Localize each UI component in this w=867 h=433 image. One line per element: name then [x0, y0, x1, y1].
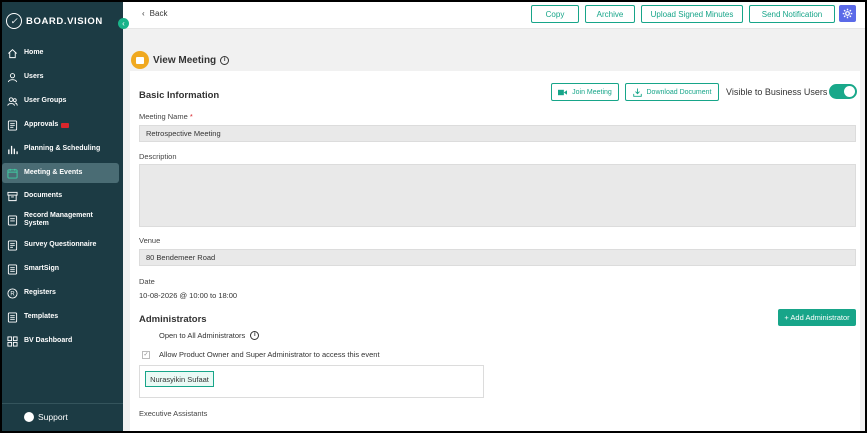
sidebar-item-bv-dashboard[interactable]: BV Dashboard [2, 331, 119, 351]
visible-to-business-users-label: Visible to Business Users [726, 87, 828, 97]
description-label: Description [139, 152, 177, 161]
open-to-all-row: Open to All Administrators i [159, 331, 260, 340]
join-meeting-label: Join Meeting [572, 88, 612, 96]
sidebar-item-label: Record Management System [24, 212, 93, 227]
sidebar-item-label: Planning & Scheduling [24, 145, 101, 152]
record-icon [7, 214, 18, 226]
sidebar: ✓ BOARD.VISION Home Users User Groups Ap… [2, 2, 123, 431]
info-icon[interactable]: i [250, 331, 260, 340]
sidebar-item-home[interactable]: Home [2, 43, 119, 63]
join-meeting-button[interactable]: Join Meeting [551, 83, 619, 101]
sidebar-divider [2, 403, 123, 404]
new-badge [61, 122, 70, 128]
svg-text:R: R [10, 291, 15, 297]
copy-button[interactable]: Copy [531, 5, 579, 23]
settings-button[interactable] [839, 5, 856, 22]
sidebar-item-label: Templates [24, 313, 59, 320]
allow-access-row: ✓ Allow Product Owner and Super Administ… [142, 350, 380, 359]
archive-button[interactable]: Archive [585, 5, 635, 23]
sidebar-item-registers[interactable]: R Registers [2, 283, 119, 303]
date-label: Date [139, 277, 155, 286]
back-button[interactable]: ‹ Back [142, 9, 167, 18]
download-document-label: Download Document [646, 88, 712, 96]
back-label: Back [149, 9, 168, 18]
survey-icon [7, 239, 18, 251]
sidebar-collapse-button[interactable]: ‹ [118, 18, 129, 29]
date-value: 10-08-2026 @ 10:00 to 18:00 [139, 291, 238, 300]
admin-chip[interactable]: Nurasyikin Sufaat [145, 371, 214, 387]
top-bar: ‹ Back Copy Archive Upload Signed Minute… [123, 2, 865, 29]
visible-toggle[interactable] [829, 84, 857, 99]
archive-box-icon [7, 191, 18, 202]
sidebar-item-label: Approvals [24, 121, 59, 128]
main-content: View Meeting i Basic Information Join Me… [123, 29, 865, 431]
dashboard-grid-icon [7, 335, 18, 347]
sidebar-item-label: Registers [24, 289, 56, 296]
add-administrator-button[interactable]: + Add Administrator [778, 309, 856, 326]
support-button[interactable]: Support [24, 412, 68, 422]
meeting-card: Basic Information Join Meeting Download … [130, 71, 860, 431]
sidebar-item-templates[interactable]: Templates [2, 307, 119, 327]
administrators-box: Nurasyikin Sufaat [139, 365, 484, 398]
allow-access-checkbox[interactable]: ✓ [142, 350, 150, 359]
app-logo[interactable]: ✓ BOARD.VISION [6, 13, 103, 29]
smartsign-icon [7, 263, 18, 275]
sidebar-item-documents[interactable]: Documents [2, 186, 119, 206]
sidebar-item-label: Meeting & Events [24, 169, 83, 176]
sidebar-item-label: Users [24, 73, 44, 80]
sidebar-item-planning[interactable]: Planning & Scheduling [2, 139, 119, 159]
chat-bubble-icon [24, 412, 34, 422]
info-icon[interactable]: i [220, 55, 230, 65]
meeting-name-label: Meeting Name * [139, 112, 193, 121]
allow-access-label: Allow Product Owner and Super Administra… [159, 350, 380, 359]
executive-assistants-label: Executive Assistants [139, 409, 208, 418]
open-to-all-label: Open to All Administrators [159, 331, 246, 340]
meeting-name-field[interactable]: Retrospective Meeting [139, 125, 856, 142]
registers-icon: R [7, 287, 18, 299]
toggle-knob [844, 86, 855, 97]
chevron-left-icon: ‹ [142, 9, 145, 18]
sidebar-item-label: Home [24, 49, 44, 56]
gear-icon [842, 8, 853, 19]
sidebar-item-label: Documents [24, 192, 63, 199]
video-camera-icon [558, 89, 568, 95]
sidebar-item-label: User Groups [24, 97, 67, 104]
venue-field[interactable]: 80 Bendemeer Road [139, 249, 856, 266]
page-title: View Meeting [153, 54, 217, 66]
sidebar-item-label: Survey Questionnaire [24, 241, 97, 248]
sidebar-item-approvals[interactable]: Approvals [2, 115, 119, 135]
sidebar-item-record-management[interactable]: Record Management System [2, 210, 119, 230]
sidebar-item-smartsign[interactable]: SmartSign [2, 259, 119, 279]
approvals-icon [7, 119, 18, 131]
calendar-badge-icon [131, 51, 149, 69]
sidebar-item-label: SmartSign [24, 265, 60, 272]
venue-label: Venue [139, 236, 161, 245]
app-window: ✓ BOARD.VISION Home Users User Groups Ap… [2, 2, 865, 431]
user-icon [7, 72, 18, 83]
sidebar-item-users[interactable]: Users [2, 67, 119, 87]
sidebar-item-user-groups[interactable]: User Groups [2, 91, 119, 111]
download-icon [632, 87, 642, 97]
logo-icon: ✓ [6, 13, 22, 29]
send-notification-button[interactable]: Send Notification [749, 5, 835, 23]
sidebar-item-meeting-events[interactable]: Meeting & Events [2, 163, 119, 183]
app-name: BOARD.VISION [26, 15, 103, 27]
templates-icon [7, 311, 18, 323]
bar-chart-icon [7, 144, 18, 155]
calendar-icon [7, 168, 18, 179]
upload-signed-minutes-button[interactable]: Upload Signed Minutes [641, 5, 743, 23]
home-icon [7, 48, 18, 59]
description-field[interactable] [139, 164, 856, 227]
download-document-button[interactable]: Download Document [625, 83, 719, 101]
administrators-title: Administrators [139, 314, 207, 325]
sidebar-item-survey[interactable]: Survey Questionnaire [2, 235, 119, 255]
basic-info-title: Basic Information [139, 90, 220, 101]
support-label: Support [38, 412, 68, 422]
user-group-icon [7, 96, 18, 107]
sidebar-item-label: BV Dashboard [24, 337, 73, 344]
page-header: View Meeting i [131, 51, 230, 69]
